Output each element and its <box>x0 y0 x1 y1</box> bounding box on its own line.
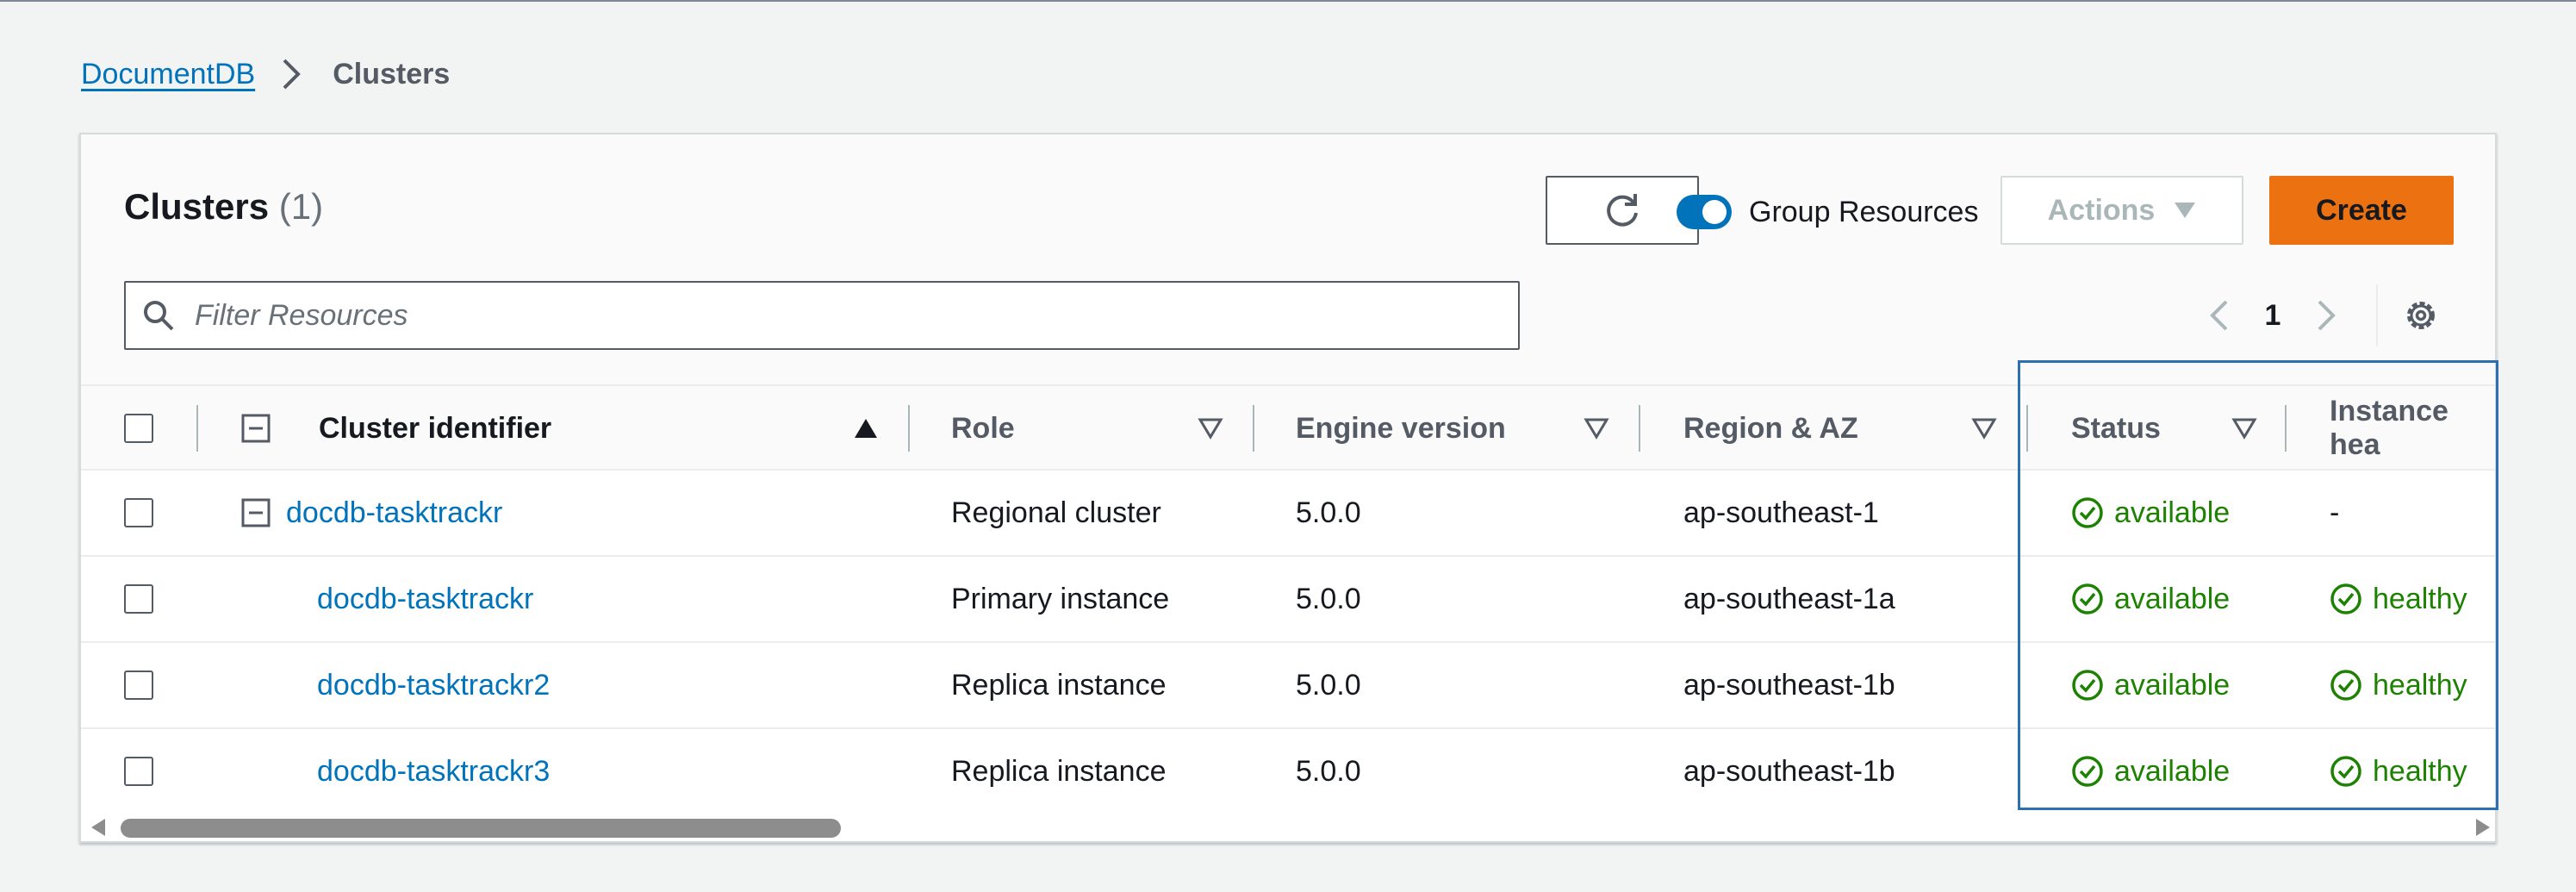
cluster-count: (1) <box>278 186 324 227</box>
header-region-az[interactable]: Region & AZ <box>1683 386 1858 471</box>
breadcrumb: DocumentDB Clusters <box>81 55 450 93</box>
role-cell: Regional cluster <box>951 496 1161 529</box>
actions-button[interactable]: Actions <box>2000 176 2243 245</box>
column-divider[interactable] <box>2285 405 2287 452</box>
status-success-icon <box>2330 756 2361 787</box>
collapse-icon[interactable] <box>241 414 271 443</box>
header-cluster-identifier[interactable]: Cluster identifier <box>319 386 551 471</box>
caret-down-icon <box>2175 203 2196 218</box>
status-cell: available <box>2071 729 2230 814</box>
health-text: healthy <box>2373 668 2467 702</box>
search-icon <box>144 301 174 331</box>
refresh-icon <box>1607 194 1638 227</box>
health-cell: healthy <box>2330 729 2467 814</box>
status-cell: available <box>2071 471 2230 555</box>
create-button[interactable]: Create <box>2269 176 2454 245</box>
health-text: healthy <box>2373 754 2467 788</box>
table-row[interactable]: docdb-tasktrackr Regional cluster 5.0.0 … <box>81 471 2495 557</box>
collapse-icon[interactable] <box>241 498 271 527</box>
pagination: 1 <box>2200 295 2345 336</box>
chevron-left-icon[interactable] <box>2200 295 2242 336</box>
health-cell: healthy <box>2330 643 2467 727</box>
table-row[interactable]: docdb-tasktrackr2 Replica instance 5.0.0… <box>81 643 2495 729</box>
region-cell: ap-southeast-1b <box>1683 668 1895 702</box>
scroll-left-icon[interactable] <box>88 817 109 838</box>
scrollbar-thumb[interactable] <box>121 819 841 838</box>
row-checkbox[interactable] <box>124 584 153 614</box>
group-resources-toggle[interactable]: Group Resources <box>1677 193 1978 231</box>
engine-cell: 5.0.0 <box>1296 496 1361 529</box>
status-success-icon <box>2072 670 2103 701</box>
status-text: available <box>2114 582 2231 615</box>
status-cell: available <box>2071 557 2230 641</box>
chevron-right-icon[interactable] <box>2304 295 2345 336</box>
sort-icon[interactable] <box>1971 415 1997 441</box>
header-instance-health[interactable]: Instance hea <box>2330 386 2495 471</box>
scroll-right-icon[interactable] <box>2473 817 2493 838</box>
toggle-switch[interactable] <box>1677 195 1732 229</box>
column-divider[interactable] <box>908 405 910 452</box>
sort-ascending-icon[interactable] <box>853 415 879 441</box>
table-row[interactable]: docdb-tasktrackr3 Replica instance 5.0.0… <box>81 729 2495 815</box>
sort-icon[interactable] <box>2231 415 2257 441</box>
region-cell: ap-southeast-1b <box>1683 754 1895 788</box>
role-cell: Replica instance <box>951 668 1167 702</box>
chevron-right-icon <box>283 59 302 90</box>
status-success-icon <box>2072 583 2103 614</box>
status-text: available <box>2114 496 2231 529</box>
status-success-icon <box>2072 756 2103 787</box>
toggle-label: Group Resources <box>1749 195 1979 228</box>
sort-icon[interactable] <box>1198 415 1223 441</box>
instance-link[interactable]: docdb-tasktrackr3 <box>317 729 550 814</box>
cluster-link[interactable]: docdb-tasktrackr <box>286 471 502 555</box>
engine-cell: 5.0.0 <box>1296 582 1361 615</box>
table-row[interactable]: docdb-tasktrackr Primary instance 5.0.0 … <box>81 557 2495 643</box>
role-cell: Primary instance <box>951 582 1170 615</box>
row-checkbox[interactable] <box>124 671 153 700</box>
instance-link[interactable]: docdb-tasktrackr2 <box>317 643 550 727</box>
health-cell: - <box>2330 496 2340 529</box>
divider <box>2376 284 2378 346</box>
status-success-icon <box>2330 583 2361 614</box>
page-number[interactable]: 1 <box>2252 299 2293 333</box>
status-cell: available <box>2071 643 2230 727</box>
status-text: available <box>2114 754 2231 788</box>
header-status[interactable]: Status <box>2071 386 2161 471</box>
clusters-panel: Clusters (1) Group Resources Actions Cre… <box>79 133 2497 843</box>
panel-title-text: Clusters <box>124 186 270 227</box>
row-checkbox[interactable] <box>124 757 153 786</box>
column-divider[interactable] <box>1639 405 1640 452</box>
status-success-icon <box>2072 497 2103 528</box>
role-cell: Replica instance <box>951 754 1167 788</box>
instance-link[interactable]: docdb-tasktrackr <box>317 557 533 641</box>
sort-icon[interactable] <box>1584 415 1609 441</box>
breadcrumb-documentdb-link[interactable]: DocumentDB <box>81 58 255 91</box>
clusters-table: Cluster identifier Role Engine version R… <box>81 384 2495 815</box>
row-checkbox[interactable] <box>124 498 153 527</box>
status-success-icon <box>2330 670 2361 701</box>
search-input[interactable] <box>195 298 1487 333</box>
health-cell: healthy <box>2330 557 2467 641</box>
search-field[interactable] <box>124 281 1520 350</box>
header-engine-version[interactable]: Engine version <box>1296 386 1506 471</box>
column-divider[interactable] <box>1253 405 1254 452</box>
gear-icon[interactable] <box>2402 296 2440 334</box>
actions-label: Actions <box>2047 193 2156 227</box>
region-cell: ap-southeast-1 <box>1683 496 1879 529</box>
engine-cell: 5.0.0 <box>1296 668 1361 702</box>
table-header: Cluster identifier Role Engine version R… <box>81 384 2495 471</box>
select-all-checkbox[interactable] <box>124 414 153 443</box>
status-text: available <box>2114 668 2231 702</box>
column-divider <box>196 405 198 452</box>
panel-title: Clusters (1) <box>124 186 323 228</box>
header-role[interactable]: Role <box>951 386 1015 471</box>
region-cell: ap-southeast-1a <box>1683 582 1895 615</box>
breadcrumb-current: Clusters <box>333 57 451 90</box>
engine-cell: 5.0.0 <box>1296 754 1361 788</box>
horizontal-scrollbar[interactable] <box>81 808 2495 841</box>
column-divider[interactable] <box>2026 405 2028 452</box>
health-text: healthy <box>2373 582 2467 615</box>
